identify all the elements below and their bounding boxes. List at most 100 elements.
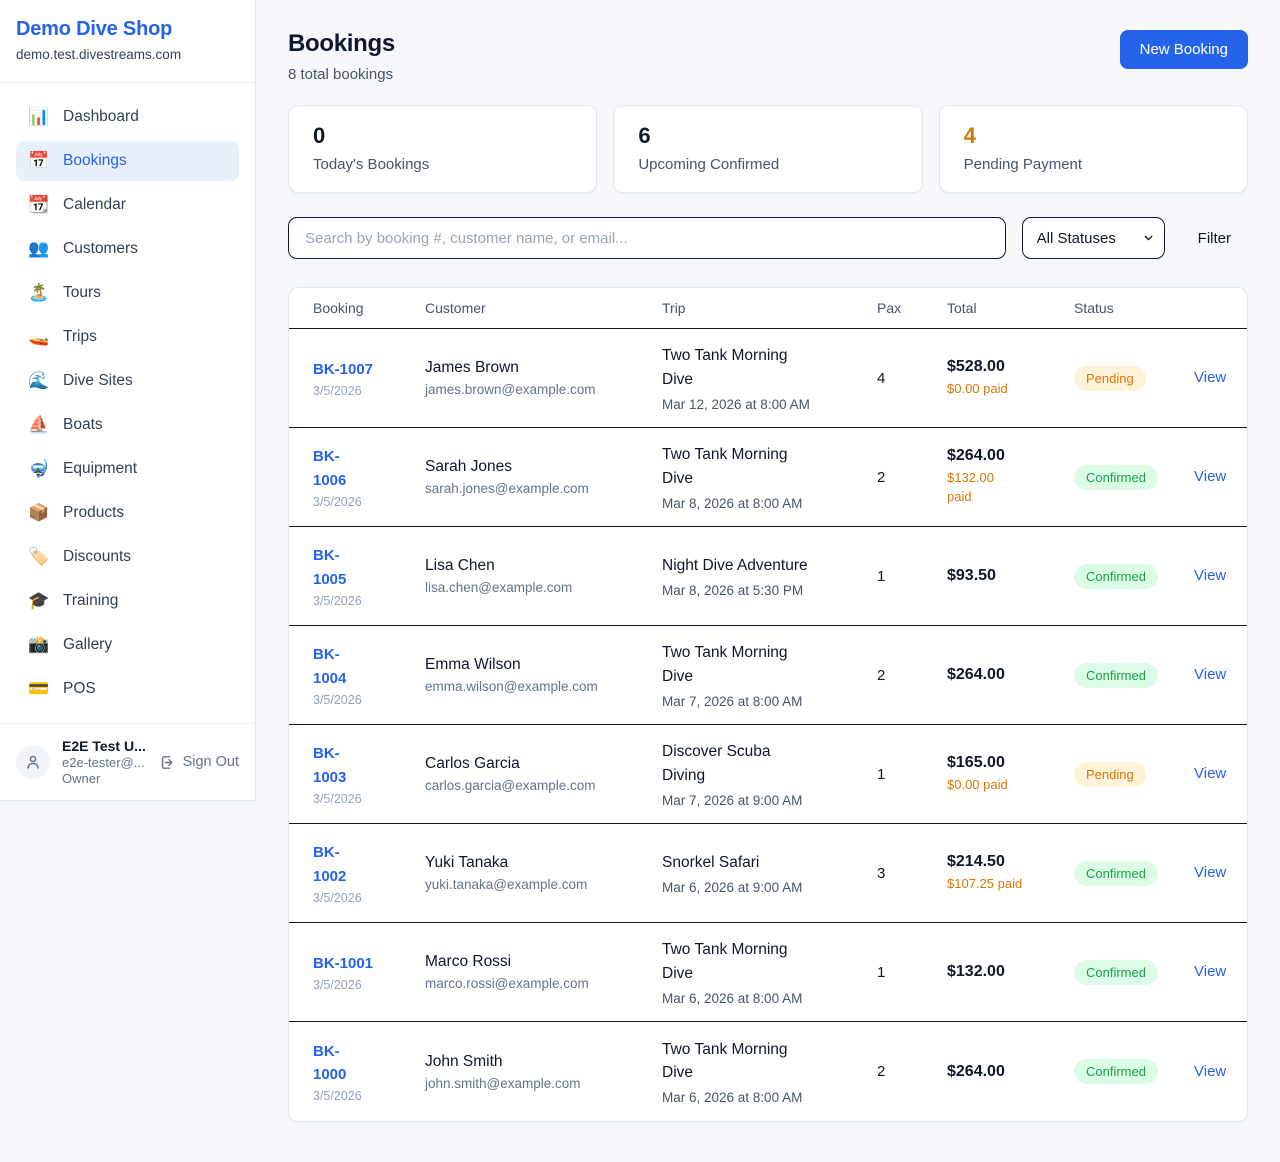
- view-link[interactable]: View: [1186, 1063, 1226, 1080]
- pos-icon: 💳: [28, 679, 50, 699]
- gallery-icon: 📸: [28, 635, 50, 655]
- cell-status: Confirmed: [1074, 861, 1186, 886]
- booking-id-link[interactable]: BK-1005: [313, 544, 425, 591]
- view-link[interactable]: View: [1186, 567, 1226, 584]
- customer-email: emma.wilson@example.com: [425, 679, 662, 694]
- col-header-pax: Pax: [877, 300, 947, 316]
- sign-out-button[interactable]: Sign Out: [159, 754, 239, 771]
- trip-datetime: Mar 6, 2026 at 8:00 AM: [662, 1090, 877, 1105]
- cell-trip: Two Tank MorningDive Mar 7, 2026 at 8:00…: [662, 641, 877, 709]
- stat-card: 0 Today's Bookings: [288, 105, 597, 193]
- booking-date: 3/5/2026: [313, 1089, 425, 1103]
- equipment-icon: 🤿: [28, 459, 50, 479]
- paid-amount: $107.25 paid: [947, 875, 1074, 894]
- cell-total: $264.00: [947, 1063, 1074, 1081]
- new-booking-button[interactable]: New Booking: [1120, 30, 1248, 69]
- sidebar-item-trips[interactable]: 🚤 Trips: [16, 317, 239, 357]
- view-link[interactable]: View: [1186, 666, 1226, 683]
- stat-label: Today's Bookings: [313, 156, 572, 173]
- booking-id-link[interactable]: BK-1000: [313, 1040, 425, 1087]
- customer-name: John Smith: [425, 1053, 662, 1071]
- table-row: BK-1007 3/5/2026 James Brown james.brown…: [289, 329, 1247, 428]
- sidebar-item-calendar[interactable]: 📆 Calendar: [16, 185, 239, 225]
- cell-trip: Two Tank MorningDive Mar 12, 2026 at 8:0…: [662, 344, 877, 412]
- sidebar-item-customers[interactable]: 👥 Customers: [16, 229, 239, 269]
- booking-id-link[interactable]: BK-1007: [313, 358, 425, 381]
- user-meta: E2E Test U... e2e-tester@... Owner: [62, 738, 147, 786]
- sidebar-item-dive-sites[interactable]: 🌊 Dive Sites: [16, 361, 239, 401]
- cell-actions: View: [1186, 765, 1226, 783]
- cell-actions: View: [1186, 666, 1226, 684]
- cell-total: $264.00: [947, 666, 1074, 684]
- sidebar-item-tours[interactable]: 🏝️ Tours: [16, 273, 239, 313]
- view-link[interactable]: View: [1186, 369, 1226, 386]
- booking-date: 3/5/2026: [313, 594, 425, 608]
- cell-pax: 3: [877, 865, 947, 882]
- filter-button[interactable]: Filter: [1198, 230, 1231, 247]
- status-filter-select[interactable]: All Statuses: [1022, 217, 1165, 259]
- stat-card: 6 Upcoming Confirmed: [613, 105, 922, 193]
- trip-datetime: Mar 6, 2026 at 9:00 AM: [662, 880, 877, 895]
- cell-booking: BK-1005 3/5/2026: [313, 544, 425, 608]
- view-link[interactable]: View: [1186, 864, 1226, 881]
- cell-customer: Carlos Garcia carlos.garcia@example.com: [425, 755, 662, 793]
- customer-name: Yuki Tanaka: [425, 854, 662, 872]
- view-link[interactable]: View: [1186, 963, 1226, 980]
- total-amount: $264.00: [947, 666, 1074, 684]
- booking-id-link[interactable]: BK-1002: [313, 841, 425, 888]
- cell-trip: Snorkel Safari Mar 6, 2026 at 9:00 AM: [662, 851, 877, 895]
- sidebar-item-label: Discounts: [63, 548, 131, 566]
- booking-date: 3/5/2026: [313, 792, 425, 806]
- total-amount: $214.50: [947, 853, 1074, 871]
- sidebar-item-training[interactable]: 🎓 Training: [16, 581, 239, 621]
- col-header-booking: Booking: [313, 300, 425, 316]
- sidebar-item-label: Bookings: [63, 152, 127, 170]
- view-link[interactable]: View: [1186, 765, 1226, 782]
- filter-row: All Statuses Filter: [288, 217, 1248, 259]
- stat-value: 4: [964, 123, 1223, 149]
- bookings-icon: 📅: [28, 151, 50, 171]
- sidebar-item-dashboard[interactable]: 📊 Dashboard: [16, 97, 239, 137]
- cell-status: Confirmed: [1074, 465, 1186, 490]
- total-amount: $528.00: [947, 358, 1074, 376]
- booking-id-link[interactable]: BK-1003: [313, 742, 425, 789]
- paid-amount: $0.00 paid: [947, 776, 1074, 795]
- search-input[interactable]: [288, 217, 1006, 259]
- sidebar-item-label: Dive Sites: [63, 372, 133, 390]
- user-name: E2E Test U...: [62, 738, 147, 754]
- sidebar-item-label: Customers: [63, 240, 138, 258]
- user-section: E2E Test U... e2e-tester@... Owner Sign …: [0, 723, 255, 800]
- dashboard-icon: 📊: [28, 107, 50, 127]
- sidebar-item-boats[interactable]: ⛵ Boats: [16, 405, 239, 445]
- booking-id-link[interactable]: BK-1004: [313, 643, 425, 690]
- booking-id-link[interactable]: BK-1001: [313, 952, 425, 975]
- booking-date: 3/5/2026: [313, 384, 425, 398]
- dive-sites-icon: 🌊: [28, 371, 50, 391]
- booking-id-link[interactable]: BK-1006: [313, 445, 425, 492]
- sidebar-item-discounts[interactable]: 🏷️ Discounts: [16, 537, 239, 577]
- sidebar-item-equipment[interactable]: 🤿 Equipment: [16, 449, 239, 489]
- status-badge: Confirmed: [1074, 564, 1158, 589]
- avatar: [16, 745, 50, 779]
- sidebar-item-gallery[interactable]: 📸 Gallery: [16, 625, 239, 665]
- total-amount: $264.00: [947, 447, 1074, 465]
- sidebar-item-pos[interactable]: 💳 POS: [16, 669, 239, 709]
- sidebar-item-bookings[interactable]: 📅 Bookings: [16, 141, 239, 181]
- cell-total: $165.00 $0.00 paid: [947, 754, 1074, 795]
- cell-status: Confirmed: [1074, 663, 1186, 688]
- table-body: BK-1007 3/5/2026 James Brown james.brown…: [289, 329, 1247, 1121]
- cell-total: $214.50 $107.25 paid: [947, 853, 1074, 894]
- cell-customer: Lisa Chen lisa.chen@example.com: [425, 557, 662, 595]
- customer-email: john.smith@example.com: [425, 1076, 662, 1091]
- trip-datetime: Mar 8, 2026 at 8:00 AM: [662, 496, 877, 511]
- cell-pax: 1: [877, 568, 947, 585]
- customer-name: James Brown: [425, 359, 662, 377]
- view-link[interactable]: View: [1186, 468, 1226, 485]
- sidebar-item-products[interactable]: 📦 Products: [16, 493, 239, 533]
- customer-name: Emma Wilson: [425, 656, 662, 674]
- cell-status: Confirmed: [1074, 564, 1186, 589]
- cell-actions: View: [1186, 369, 1226, 387]
- col-header-trip: Trip: [662, 300, 877, 316]
- table-row: BK-1002 3/5/2026 Yuki Tanaka yuki.tanaka…: [289, 824, 1247, 923]
- total-amount: $93.50: [947, 567, 1074, 585]
